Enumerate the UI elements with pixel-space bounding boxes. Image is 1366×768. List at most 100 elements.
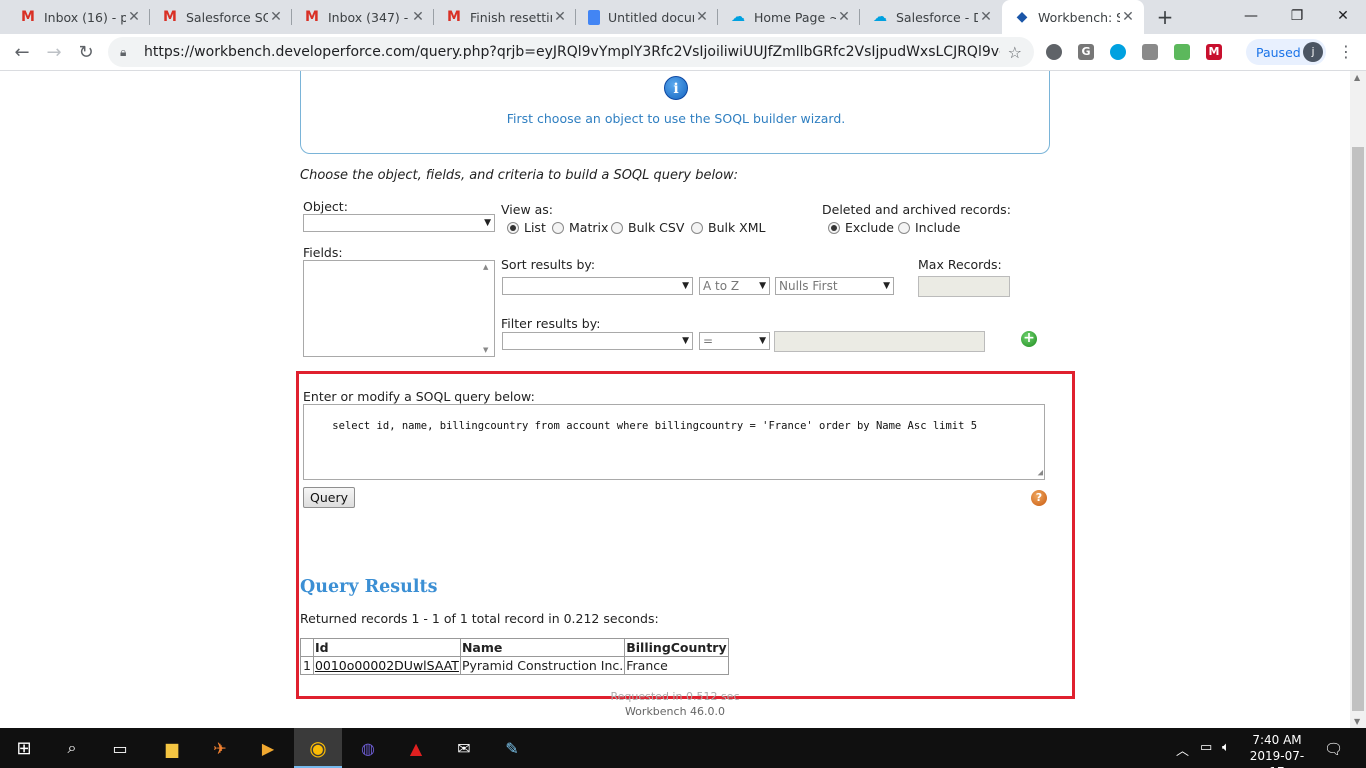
sort-direction-select[interactable]: A to Z ▼: [699, 277, 770, 295]
scrollbar-thumb[interactable]: [1352, 147, 1364, 711]
sort-field-select[interactable]: ▼: [502, 277, 693, 295]
help-icon[interactable]: ?: [1031, 490, 1047, 506]
max-records-input[interactable]: [918, 276, 1010, 297]
close-window-button[interactable]: ✕: [1320, 0, 1366, 34]
table-row: 1 0010o00002DUwlSAAT Pyramid Constructio…: [300, 656, 729, 675]
address-bar[interactable]: 🔒︎ https://workbench.developerforce.com/…: [108, 37, 1034, 67]
record-id-cell: 0010o00002DUwlSAAT: [312, 656, 461, 675]
gmail-icon: M: [163, 9, 177, 25]
close-tab-icon[interactable]: ✕: [552, 9, 568, 25]
object-select[interactable]: ▼: [303, 214, 495, 232]
workbench-icon: ◆: [1016, 9, 1028, 25]
tab-title: Untitled docum: [608, 9, 694, 25]
menu-dots-icon[interactable]: ⋮: [1338, 43, 1354, 61]
record-id-link[interactable]: 0010o00002DUwlSAAT: [315, 658, 459, 673]
scroll-down-icon[interactable]: ▼: [1354, 717, 1360, 726]
view-as-bulk-csv-radio[interactable]: Bulk CSV: [611, 220, 684, 235]
query-button[interactable]: Query: [303, 487, 355, 508]
radio-icon: [898, 221, 910, 234]
filter-operator-select[interactable]: = ▼: [699, 332, 770, 350]
extension-inbox-icon[interactable]: [1174, 44, 1190, 60]
back-button[interactable]: ←: [8, 39, 36, 67]
filter-field-select[interactable]: ▼: [502, 332, 693, 350]
search-icon[interactable]: ⌕: [58, 734, 86, 762]
page-scrollbar[interactable]: ▲ ▼: [1350, 71, 1366, 728]
extension-circle-icon[interactable]: [1046, 44, 1062, 60]
radio-icon: [507, 221, 519, 234]
url-text[interactable]: https://workbench.developerforce.com/que…: [144, 44, 1000, 60]
tab-inbox-347[interactable]: M Inbox (347) - ja ✕: [292, 0, 434, 34]
tab-salesforce-dev[interactable]: ☁ Salesforce - De ✕: [860, 0, 1002, 34]
restore-button[interactable]: ❐: [1274, 0, 1320, 34]
radio-label: Exclude: [845, 220, 894, 235]
chevron-down-icon: ▼: [682, 281, 689, 291]
soql-query-textarea[interactable]: select id, name, billingcountry from acc…: [303, 404, 1045, 480]
tab-finish-resetting[interactable]: M Finish resetting ✕: [434, 0, 576, 34]
tray-chevron-up-icon[interactable]: ︿: [1176, 740, 1189, 759]
tab-title: Inbox (16) - pr: [44, 9, 126, 25]
media-player-icon[interactable]: ▶: [254, 734, 282, 762]
avatar: j: [1303, 42, 1323, 62]
system-clock[interactable]: 7:40 AM 2019-07-17: [1244, 732, 1310, 768]
network-icon[interactable]: ▭: [1200, 740, 1212, 755]
soql-label: Enter or modify a SOQL query below:: [303, 389, 535, 404]
tab-title: Workbench: SO: [1038, 9, 1120, 25]
deleted-include-radio[interactable]: Include: [898, 220, 961, 235]
sort-nulls-select[interactable]: Nulls First ▼: [775, 277, 894, 295]
windows-start-icon[interactable]: ⊞: [10, 734, 38, 762]
close-tab-icon[interactable]: ✕: [836, 9, 852, 25]
tab-title: Inbox (347) - ja: [328, 9, 410, 25]
filter-value-input[interactable]: [774, 331, 985, 352]
paused-label: Paused: [1256, 44, 1301, 60]
close-tab-icon[interactable]: ✕: [694, 9, 710, 25]
volume-icon[interactable]: 🔈︎: [1222, 740, 1230, 755]
view-as-matrix-radio[interactable]: Matrix: [552, 220, 608, 235]
chrome-icon[interactable]: ◉: [304, 734, 332, 762]
minimize-button[interactable]: —: [1228, 0, 1274, 34]
acrobat-icon[interactable]: ▲: [402, 734, 430, 762]
object-label: Object:: [303, 199, 348, 214]
gmail-icon: M: [305, 9, 319, 25]
close-tab-icon[interactable]: ✕: [978, 9, 994, 25]
footer-version: Workbench 46.0.0: [624, 705, 726, 718]
salesforce-extension-icon[interactable]: [1110, 44, 1126, 60]
notifications-icon[interactable]: 🗨︎: [1324, 740, 1343, 758]
file-explorer-icon[interactable]: ▆: [158, 734, 186, 762]
resize-grip-icon[interactable]: ◢: [1038, 469, 1043, 478]
close-tab-icon[interactable]: ✕: [126, 9, 142, 25]
fields-listbox[interactable]: ▲ ▼: [303, 260, 495, 357]
tab-salesforce-soql[interactable]: M Salesforce SOQ ✕: [150, 0, 292, 34]
tab-inbox-16[interactable]: M Inbox (16) - pr ✕: [8, 0, 150, 34]
bookmark-star-icon[interactable]: ☆: [1008, 43, 1022, 62]
close-tab-icon[interactable]: ✕: [410, 9, 426, 25]
fields-label: Fields:: [303, 245, 343, 260]
tab-untitled-document[interactable]: Untitled docum ✕: [576, 0, 718, 34]
view-as-bulk-xml-radio[interactable]: Bulk XML: [691, 220, 766, 235]
profile-paused-button[interactable]: Paused j: [1246, 39, 1326, 65]
mail-icon[interactable]: ✉: [450, 734, 478, 762]
extension-g-icon[interactable]: G: [1078, 44, 1094, 60]
task-view-icon[interactable]: ▭: [106, 734, 134, 762]
chevron-down-icon: ▼: [484, 218, 491, 228]
view-as-list-radio[interactable]: List: [507, 220, 546, 235]
footer-requested-time: Requested in 0.512 sec: [610, 690, 740, 703]
tab-workbench[interactable]: ◆ Workbench: SO ✕: [1002, 0, 1144, 34]
add-filter-plus-icon[interactable]: +: [1021, 331, 1037, 347]
mcafee-icon[interactable]: M: [1206, 44, 1222, 60]
reload-button[interactable]: ↻: [72, 39, 100, 67]
table-header-row: Id Name BillingCountry: [300, 638, 729, 657]
chevron-down-icon: ▼: [759, 281, 766, 291]
paint-icon[interactable]: ✎: [498, 734, 526, 762]
deleted-exclude-radio[interactable]: Exclude: [828, 220, 894, 235]
extension-person-icon[interactable]: [1142, 44, 1158, 60]
new-tab-button[interactable]: +: [1152, 4, 1178, 30]
close-tab-icon[interactable]: ✕: [1120, 9, 1136, 25]
forward-button[interactable]: →: [40, 39, 68, 67]
close-tab-icon[interactable]: ✕: [268, 9, 284, 25]
gmail-icon: M: [21, 9, 35, 25]
eclipse-icon[interactable]: ◍: [354, 734, 382, 762]
tab-home-page[interactable]: ☁ Home Page ~ S ✕: [718, 0, 860, 34]
rocket-app-icon[interactable]: ✈: [206, 734, 234, 762]
fields-scrollbar[interactable]: ▲ ▼: [480, 261, 494, 356]
scroll-up-icon[interactable]: ▲: [1354, 73, 1360, 82]
